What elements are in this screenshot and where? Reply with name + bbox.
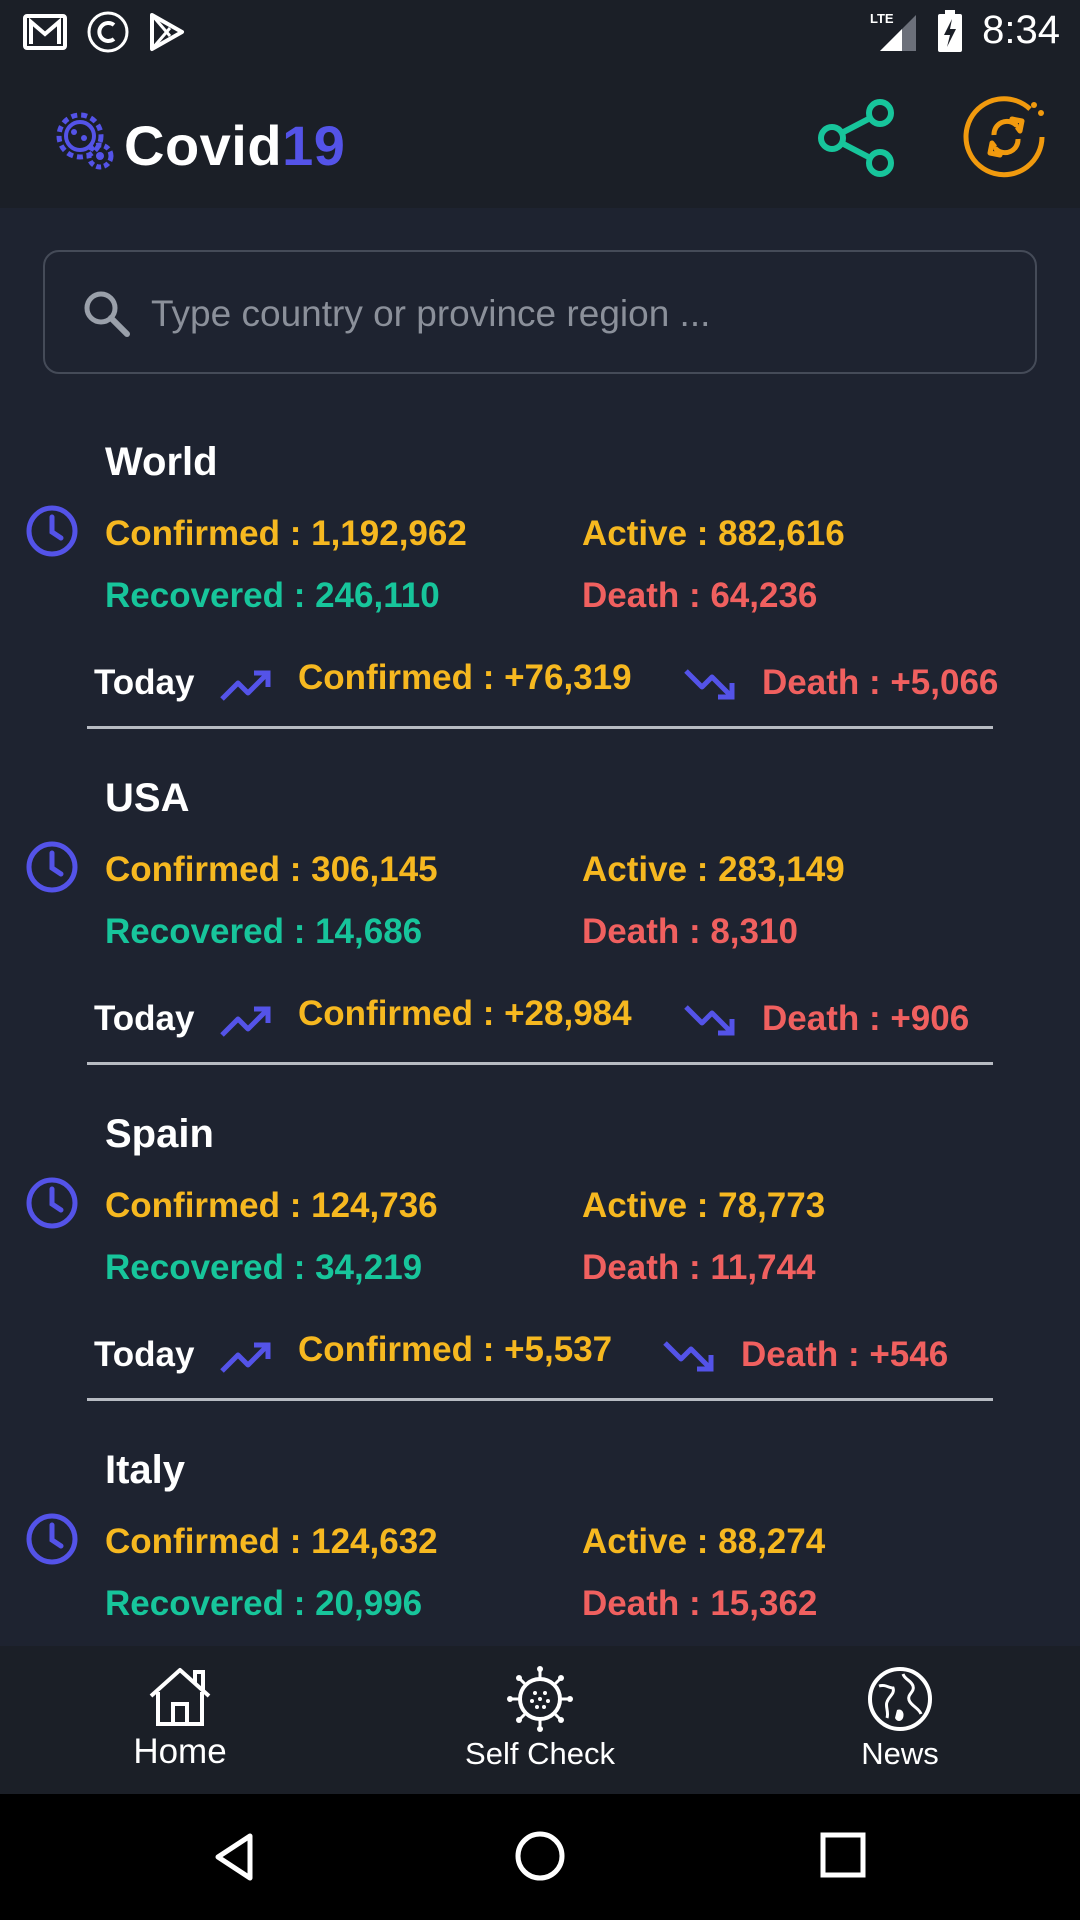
death-total: Death : 64,236: [582, 576, 818, 615]
country-card[interactable]: Italy Confirmed : 124,632 Active : 88,27…: [0, 1428, 1080, 1646]
app-title: Covid19: [124, 113, 345, 178]
today-confirmed: Confirmed : +28,984: [298, 994, 632, 1033]
status-icons: LTE 8:34: [868, 8, 1060, 53]
search-input[interactable]: [151, 276, 1011, 352]
virus-gear-logo-icon: [56, 112, 114, 170]
today-confirmed: Confirmed : +76,319: [298, 658, 632, 697]
divider: [87, 1398, 993, 1401]
nav-home-label: Home: [133, 1732, 227, 1771]
confirmed-total: Confirmed : 124,736: [105, 1186, 438, 1225]
recents-icon[interactable]: [820, 1832, 866, 1878]
today-death: Death : +5,066: [762, 663, 999, 702]
nav-home[interactable]: Home: [0, 1646, 360, 1794]
trending-up-icon: [220, 1342, 271, 1373]
clock-icon: [26, 1177, 78, 1229]
refresh-button[interactable]: [962, 93, 1050, 181]
globe-icon: [868, 1667, 932, 1731]
app-title-main: Covid: [124, 114, 283, 177]
country-card[interactable]: World Confirmed : 1,192,962 Active : 882…: [0, 420, 1080, 756]
nav-news[interactable]: News: [720, 1646, 1080, 1794]
active-total: Active : 78,773: [582, 1186, 826, 1225]
country-name: World: [105, 440, 218, 484]
share-button[interactable]: [812, 98, 902, 178]
notification-icons: [22, 10, 186, 54]
status-bar: LTE 8:34: [0, 0, 1080, 63]
trending-down-icon: [663, 1341, 714, 1372]
active-total: Active : 283,149: [582, 850, 845, 889]
app-title-accent: 19: [282, 114, 346, 177]
country-list[interactable]: World Confirmed : 1,192,962 Active : 882…: [0, 420, 1080, 1646]
today-death: Death : +906: [762, 999, 970, 1038]
trending-up-icon: [220, 1006, 271, 1037]
bottom-nav: Home Self Check News: [0, 1646, 1080, 1794]
virus-icon: [507, 1666, 573, 1732]
svg-text:LTE: LTE: [870, 11, 894, 26]
divider: [87, 726, 993, 729]
search-icon: [84, 291, 130, 337]
today-confirmed: Confirmed : +5,537: [298, 1330, 613, 1369]
active-total: Active : 88,274: [582, 1522, 826, 1561]
system-nav-bar: [0, 1794, 1080, 1920]
copyright-app-icon: [87, 11, 129, 53]
app-bar: Covid19: [0, 63, 1080, 208]
country-name: USA: [105, 776, 190, 820]
country-card[interactable]: USA Confirmed : 306,145 Active : 283,149…: [0, 756, 1080, 1092]
country-name: Spain: [105, 1112, 214, 1156]
clock-icon: [26, 841, 78, 893]
recovered-total: Recovered : 14,686: [105, 912, 423, 951]
country-name: Italy: [105, 1448, 186, 1492]
trending-up-icon: [220, 670, 271, 701]
nav-news-label: News: [861, 1736, 939, 1771]
clock-icon: [26, 505, 78, 557]
trending-down-icon: [684, 669, 735, 700]
today-death: Death : +546: [741, 1335, 949, 1374]
lte-signal-icon: LTE: [870, 11, 917, 51]
confirmed-total: Confirmed : 306,145: [105, 850, 438, 889]
play-store-icon: [150, 13, 184, 51]
back-icon[interactable]: [212, 1832, 256, 1882]
refresh-icon: [963, 96, 1045, 178]
confirmed-total: Confirmed : 124,632: [105, 1522, 438, 1561]
today-label: Today: [94, 663, 195, 702]
clock-icon: [26, 1513, 78, 1565]
recovered-total: Recovered : 20,996: [105, 1584, 423, 1623]
confirmed-total: Confirmed : 1,192,962: [105, 514, 467, 553]
nav-self-check-label: Self Check: [465, 1736, 615, 1771]
share-icon: [818, 99, 894, 177]
gmail-icon: [23, 14, 67, 50]
death-total: Death : 8,310: [582, 912, 798, 951]
home-icon: [149, 1668, 211, 1726]
death-total: Death : 15,362: [582, 1584, 818, 1623]
battery-charging-icon: [938, 9, 963, 52]
active-total: Active : 882,616: [582, 514, 845, 553]
home-nav-icon[interactable]: [514, 1830, 566, 1882]
nav-self-check[interactable]: Self Check: [360, 1646, 720, 1794]
death-total: Death : 11,744: [582, 1248, 816, 1287]
clock: 8:34: [982, 8, 1060, 52]
divider: [87, 1062, 993, 1065]
today-label: Today: [94, 1335, 195, 1374]
country-card[interactable]: Spain Confirmed : 124,736 Active : 78,77…: [0, 1092, 1080, 1428]
today-label: Today: [94, 999, 195, 1038]
trending-down-icon: [684, 1005, 735, 1036]
recovered-total: Recovered : 34,219: [105, 1248, 423, 1287]
search-box[interactable]: [43, 250, 1037, 374]
recovered-total: Recovered : 246,110: [105, 576, 440, 615]
